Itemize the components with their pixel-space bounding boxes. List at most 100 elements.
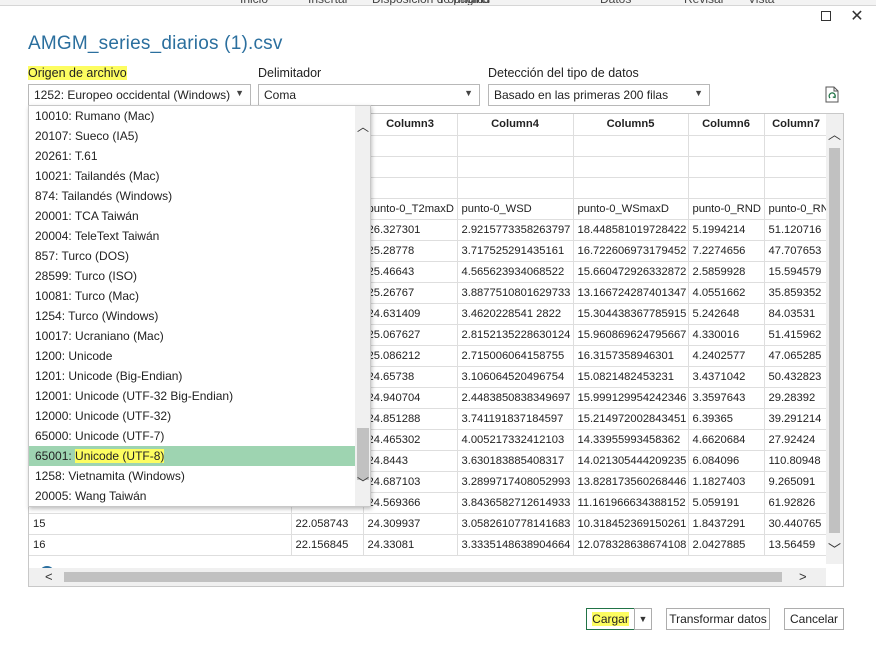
dropdown-option[interactable]: 20004: TeleText Taiwán [29,226,355,246]
table-cell: 50.432823 [764,366,829,388]
dropdown-option[interactable]: 20001: TCA Taiwán [29,206,355,226]
maximize-icon[interactable] [819,9,833,23]
dropdown-option[interactable]: 1200: Unicode [29,346,355,366]
chevron-down-icon[interactable]: ﹀ [828,539,841,558]
horizontal-scroll-thumb[interactable] [64,572,782,582]
dropdown-option[interactable]: 1258: Vietnamita (Windows) [29,466,355,486]
table-cell: 26.327301 [363,219,458,241]
table-cell: 3.4371042 [688,366,765,388]
dropdown-scroll-thumb[interactable] [357,428,369,480]
encoding-dropdown-list[interactable]: 10010: Rumano (Mac) 20107: Sueco (IA5) 202… [28,105,371,507]
table-cell: 24.309937 [363,513,458,535]
table-cell [457,177,574,199]
table-cell: Column5 [573,114,689,136]
dropdown-scrollbar[interactable]: ︿ ﹀ [355,106,370,506]
close-icon[interactable]: ✕ [850,8,864,25]
table-cell: 13.166724287401347 [573,282,689,304]
dropdown-option[interactable]: 1254: Turco (Windows) [29,306,355,326]
table-cell: 3.2899717408052993 [457,471,574,493]
table-cell: 14.021305444209235 [573,450,689,472]
table-cell: 30.440765 [764,513,829,535]
chevron-down-icon: ▼ [464,88,473,98]
table-cell: 24.33081 [363,534,458,556]
table-cell: Column6 [688,114,765,136]
chevron-down-icon[interactable]: ﹀ [357,474,369,491]
dropdown-option[interactable]: 874: Tailandés (Windows) [29,186,355,206]
vertical-scrollbar[interactable]: ︿ ﹀ [826,114,843,564]
table-cell: 18.448581019728422 [573,219,689,241]
table-cell: 84.03531 [764,303,829,325]
table-cell: 13.56459 [764,534,829,556]
table-cell: 3.3335148638904664 [457,534,574,556]
table-cell: 25.067627 [363,324,458,346]
dropdown-option[interactable]: 857: Turco (DOS) [29,246,355,266]
horizontal-scrollbar[interactable]: < > [29,568,826,586]
dropdown-option[interactable]: 10081: Turco (Mac) [29,286,355,306]
table-cell: 3.630183885408317 [457,450,574,472]
table-cell: 4.6620684 [688,429,765,451]
dropdown-option[interactable]: 65000: Unicode (UTF-7) [29,426,355,446]
chevron-left-icon[interactable]: < [45,569,53,584]
chevron-up-icon[interactable]: ︿ [828,124,841,143]
table-cell [764,156,829,178]
table-cell [363,177,458,199]
dropdown-option[interactable]: 10021: Tailandés (Mac) [29,166,355,186]
load-button[interactable]: Cargar [586,608,635,630]
detection-label: Detección del tipo de datos [488,66,639,80]
table-cell: 25.26767 [363,282,458,304]
table-cell [363,135,458,157]
dropdown-option[interactable]: 10010: Rumano (Mac) [29,106,355,126]
dropdown-option[interactable]: 28599: Turco (ISO) [29,266,355,286]
table-cell: 61.92826 [764,492,829,514]
chevron-up-icon[interactable]: ︿ [357,118,369,135]
table-cell: 16.3157358946301 [573,345,689,367]
ribbon-tab-fragment: Inicio [240,0,268,5]
transform-data-button[interactable]: Transformar datos [666,608,770,630]
table-cell: 15 [29,513,292,535]
vertical-scroll-thumb[interactable] [829,148,840,533]
table-cell: 9.265091 [764,471,829,493]
table-cell: 24.687103 [363,471,458,493]
dropdown-option[interactable]: 65001: Unicode (UTF-8) [29,446,355,466]
table-cell: 14.33955993458362 [573,429,689,451]
table-cell: 3.106064520496754 [457,366,574,388]
encoding-options: 10010: Rumano (Mac) 20107: Sueco (IA5) 202… [29,106,370,506]
dropdown-option[interactable]: 1201: Unicode (Big-Endian) [29,366,355,386]
dropdown-option[interactable]: 20261: T.61 [29,146,355,166]
table-cell: 2.0427885 [688,534,765,556]
table-cell [573,177,689,199]
table-cell: 15.214972002843451 [573,408,689,430]
chevron-right-icon[interactable]: > [799,569,807,584]
delimiter-select-value: Coma [264,88,297,102]
table-cell: 24.65738 [363,366,458,388]
dropdown-option[interactable]: 12000: Unicode (UTF-32) [29,406,355,426]
table-cell: 15.999129954242346 [573,387,689,409]
table-cell: 15.304438367785915 [573,303,689,325]
refresh-document-icon[interactable] [825,86,840,103]
load-options-chevron-down-icon[interactable]: ▼ [634,608,652,630]
table-cell: 2.8152135228630124 [457,324,574,346]
cancel-button[interactable]: Cancelar [784,608,844,630]
table-cell [688,156,765,178]
table-cell: 35.859352 [764,282,829,304]
table-cell: 51.415962 [764,324,829,346]
table-cell: 24.8443 [363,450,458,472]
table-cell: 24.465302 [363,429,458,451]
table-cell: 2.5859928 [688,261,765,283]
table-cell: 2.715006064158755 [457,345,574,367]
dropdown-option[interactable]: 20005: Wang Taiwán [29,486,355,506]
delimiter-select[interactable]: Coma ▼ [258,84,480,106]
detection-select[interactable]: Basado en las primeras 200 filas ▼ [488,84,710,106]
dropdown-option[interactable]: 20107: Sueco (IA5) [29,126,355,146]
table-cell: 13.828173560268446 [573,471,689,493]
table-cell: 24.940704 [363,387,458,409]
dropdown-option[interactable]: 12001: Unicode (UTF-32 Big-Endian) [29,386,355,406]
dropdown-option[interactable]: 10017: Ucraniano (Mac) [29,326,355,346]
table-cell: 24.631409 [363,303,458,325]
table-cell: 1.8437291 [688,513,765,535]
table-cell [573,135,689,157]
table-cell: 3.3597643 [688,387,765,409]
table-cell: 39.291214 [764,408,829,430]
table-cell: 12.078328638674108 [573,534,689,556]
origin-select[interactable]: 1252: Europeo occidental (Windows) ▼ [28,84,251,106]
